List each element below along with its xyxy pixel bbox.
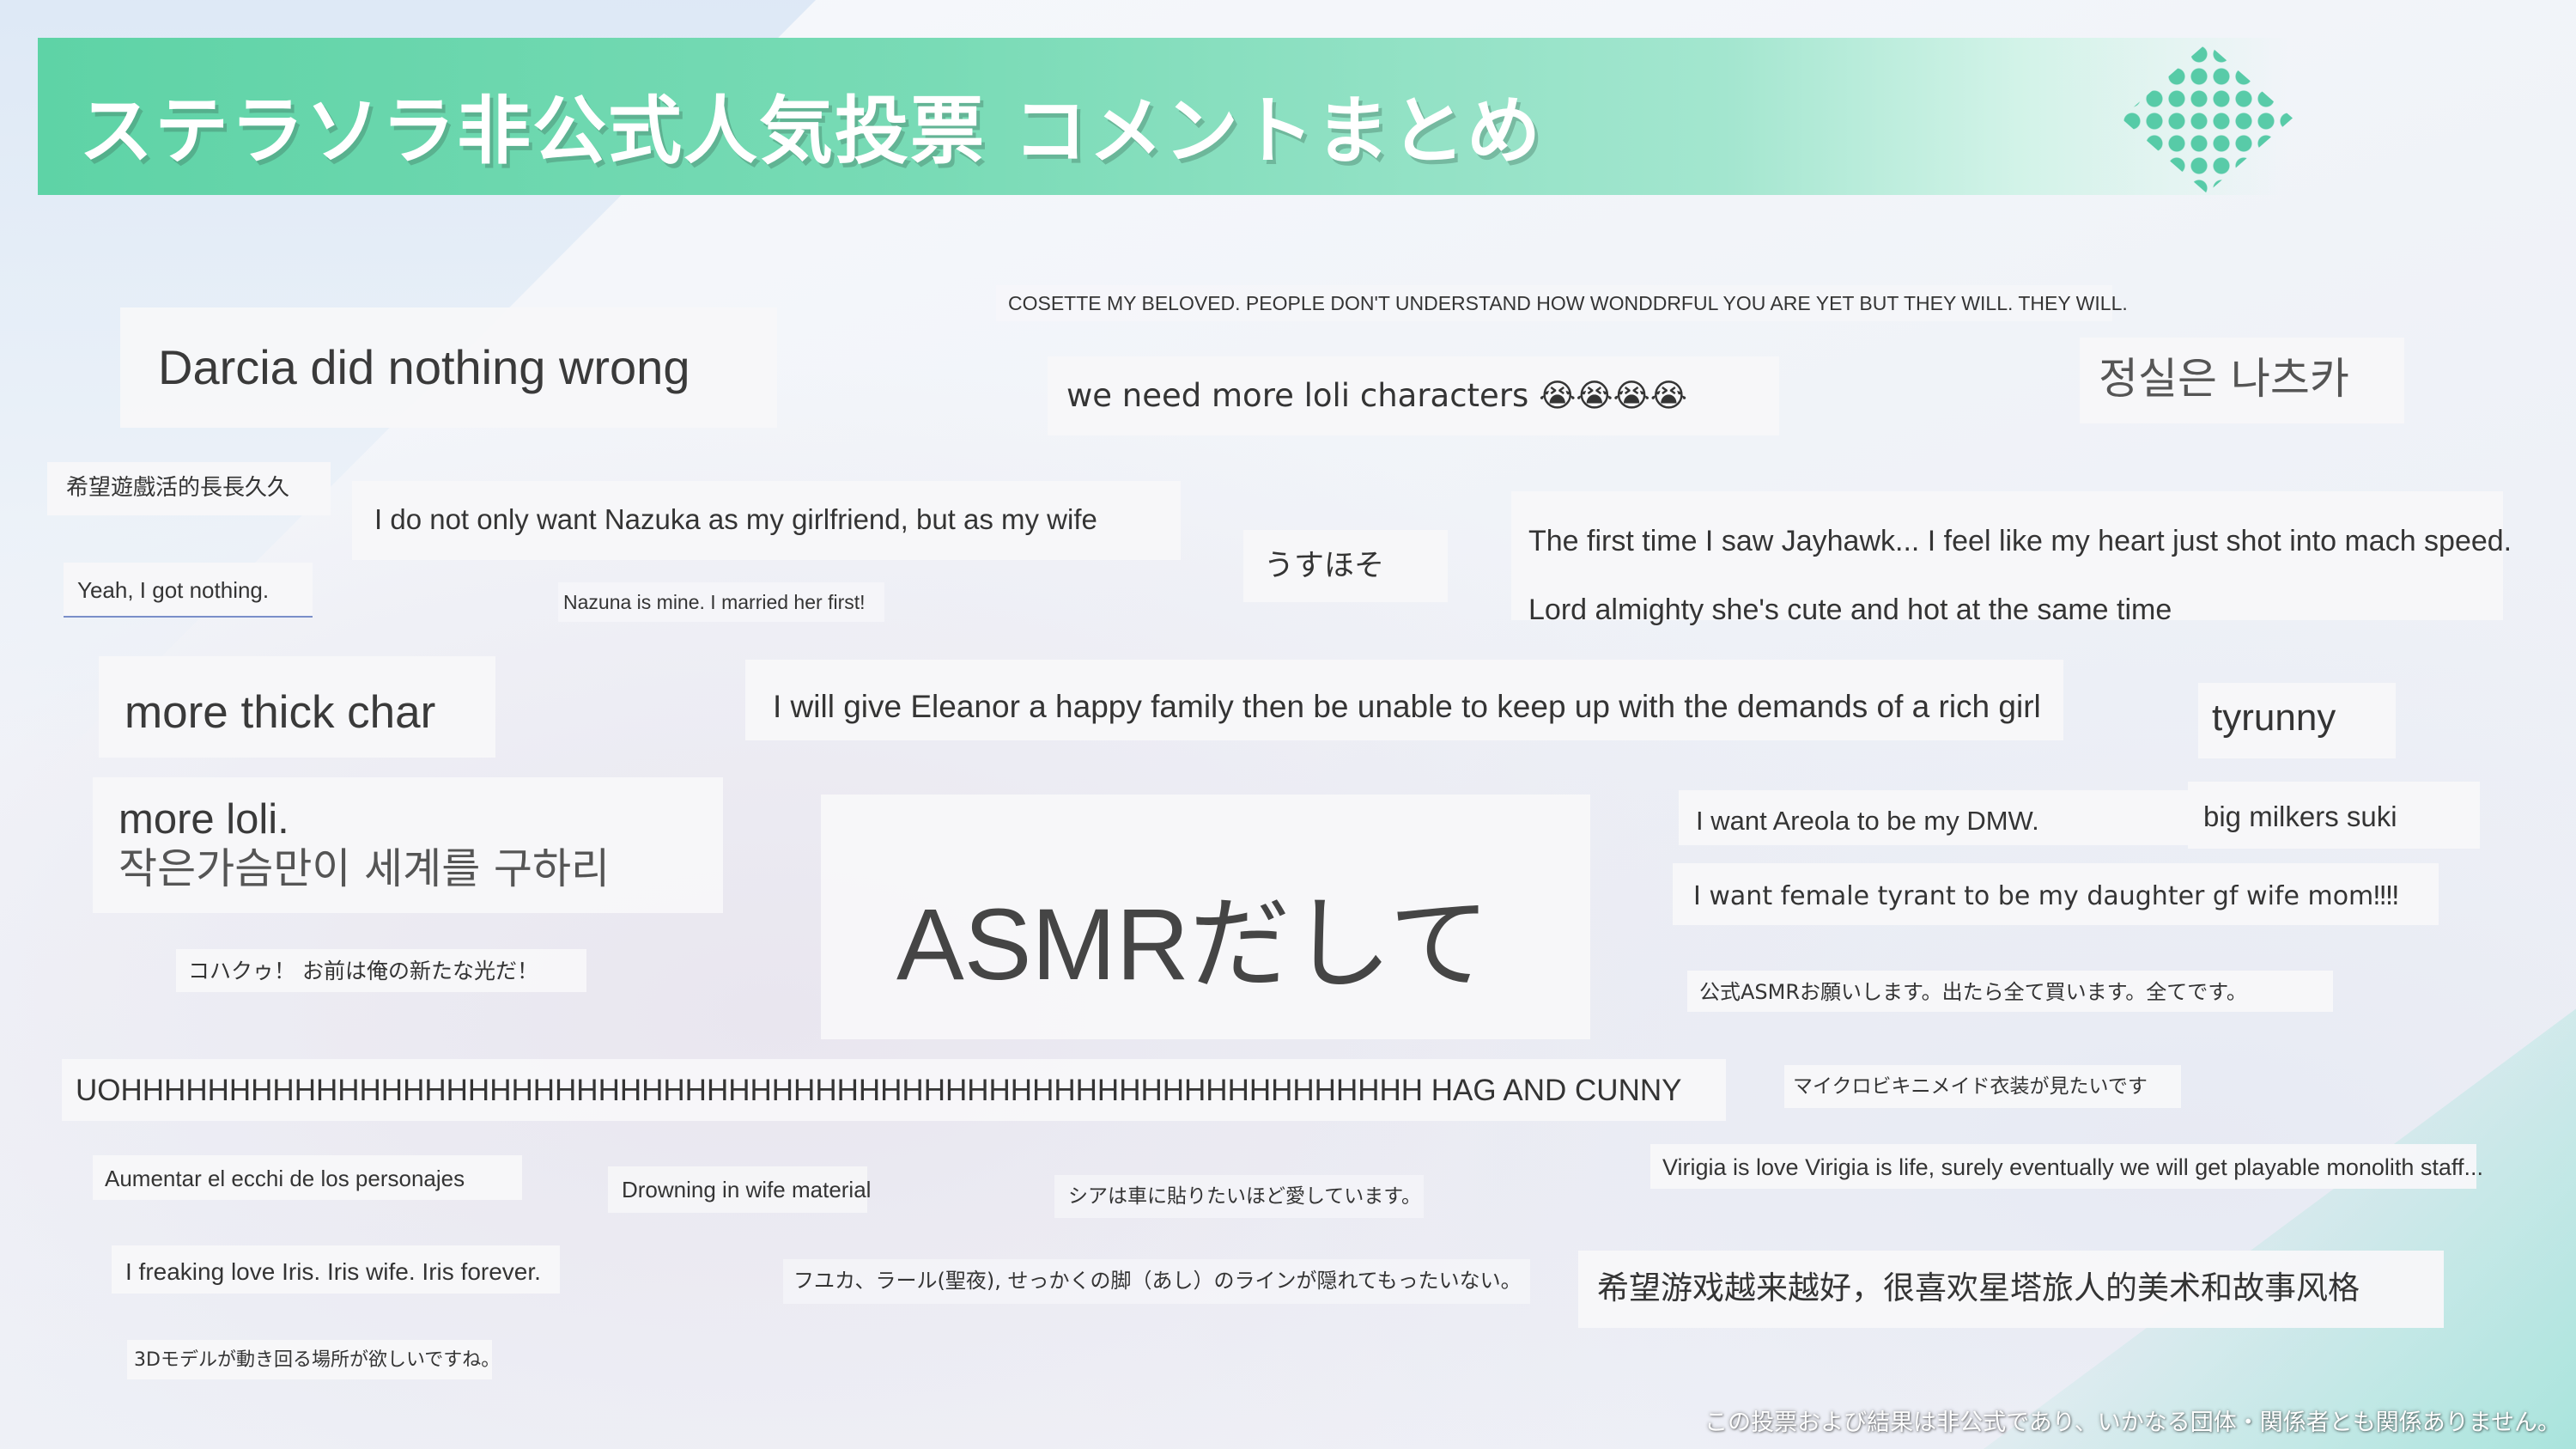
comment-card: The first time I saw Jayhawk... I feel l…: [1511, 491, 2512, 626]
comment-text: Darcia did nothing wrong: [158, 340, 690, 394]
comment-text: I do not only want Nazuka as my girlfrie…: [374, 503, 1097, 535]
comment-card: Virigia is love Virigia is life, surely …: [1650, 1144, 2483, 1189]
comment-card: Nazuna is mine. I married her first!: [558, 582, 884, 622]
comment-card: COSETTE MY BELOVED. PEOPLE DON'T UNDERST…: [996, 285, 2128, 321]
comment-card: UOHHHHHHHHHHHHHHHHHHHHHHHHHHHHHHHHHHHHHH…: [62, 1059, 1726, 1121]
comment-text: 希望遊戲活的長長久久: [66, 475, 290, 501]
comment-text: 작은가슴만이 세계를 구하리: [118, 844, 611, 893]
comment-text: The first time I saw Jayhawk... I feel l…: [1528, 525, 2512, 557]
comment-text: Drowning in wife material: [622, 1177, 872, 1202]
page-title: ステラソラ非公式人気投票 コメントまとめ: [79, 88, 1542, 174]
comment-card: tyrunny: [2198, 683, 2396, 758]
comment-card: I want female tyrant to be my daughter g…: [1673, 863, 2439, 925]
comment-card: うすほそ: [1243, 530, 1448, 602]
comment-text: Nazuna is mine. I married her first!: [563, 591, 866, 613]
comment-card: フユカ、ラール(聖夜), せっかくの脚（あし）のラインが隠れてもったいない。: [783, 1259, 1530, 1304]
comment-text: フユカ、ラール(聖夜), せっかくの脚（あし）のラインが隠れてもったいない。: [793, 1269, 1522, 1293]
comment-text: 정실은 나츠카: [2099, 354, 2349, 404]
comment-text: I want female tyrant to be my daughter g…: [1693, 881, 2399, 911]
comment-card: I want Areola to be my DMW.: [1679, 790, 2194, 845]
comment-card: big milkers suki: [2188, 782, 2480, 849]
comment-text: UOHHHHHHHHHHHHHHHHHHHHHHHHHHHHHHHHHHHHHH…: [76, 1074, 1682, 1107]
comment-card: I do not only want Nazuka as my girlfrie…: [352, 481, 1181, 560]
comment-text: I freaking love Iris. Iris wife. Iris fo…: [125, 1258, 541, 1285]
comment-text: I want Areola to be my DMW.: [1696, 806, 2039, 836]
comment-card: Darcia did nothing wrong: [120, 307, 777, 428]
comment-card: 希望游戏越来越好，很喜欢星塔旅人的美术和故事风格: [1578, 1251, 2444, 1328]
comment-text: 3Dモデルが動き回る場所が欲しいですね。: [134, 1349, 501, 1371]
comment-card: 정실은 나츠카: [2080, 338, 2404, 423]
comment-text: COSETTE MY BELOVED. PEOPLE DON'T UNDERST…: [1008, 292, 2128, 314]
comment-card: 希望遊戲活的長長久久: [47, 462, 331, 515]
comment-text: tyrunny: [2212, 697, 2336, 739]
comment-text: more loli.: [118, 796, 289, 843]
comment-text: ASMRだして: [896, 888, 1491, 1002]
comment-card: 3Dモデルが動き回る場所が欲しいですね。: [127, 1340, 500, 1379]
comment-text: Aumentar el ecchi de los personajes: [105, 1166, 465, 1191]
comment-text: マイクロビキニメイド衣装が見たいです: [1793, 1075, 2148, 1098]
disclaimer-text: この投票および結果は非公式であり、いかなる団体・関係者とも関係ありません。: [1704, 1409, 2561, 1436]
comment-text: Virigia is love Virigia is life, surely …: [1662, 1154, 2483, 1180]
comment-card: ASMRだして: [821, 795, 1590, 1039]
comment-text: Lord almighty she's cute and hot at the …: [1528, 594, 2172, 626]
comment-card: Drowning in wife material: [608, 1166, 871, 1213]
comment-card: マイクロビキニメイド衣装が見たいです: [1784, 1065, 2181, 1108]
comment-card: Aumentar el ecchi de los personajes: [93, 1155, 522, 1200]
comment-card: I will give Eleanor a happy family then …: [745, 660, 2063, 740]
comment-text: we need more loli characters 😭😭😭😭: [1066, 377, 1687, 414]
comment-text: 公式ASMRお願いします。出たら全て買います。全てです。: [1699, 980, 2247, 1004]
comment-text: 希望游戏越来越好，很喜欢星塔旅人的美术和故事风格: [1597, 1269, 2360, 1306]
comment-card: I freaking love Iris. Iris wife. Iris fo…: [112, 1245, 560, 1294]
comment-card: we need more loli characters 😭😭😭😭: [1048, 356, 1779, 435]
comment-text: うすほそ: [1264, 549, 1385, 583]
comment-text: シアは車に貼りたいほど愛しています。: [1068, 1185, 1422, 1208]
comment-text: big milkers suki: [2203, 801, 2397, 832]
comment-card: Yeah, I got nothing.: [64, 563, 313, 618]
comment-text: Yeah, I got nothing.: [77, 577, 270, 603]
comment-card: コハクゥ！ お前は俺の新たな光だ！: [176, 949, 586, 992]
comment-card: more loli. 작은가슴만이 세계를 구하리: [93, 777, 723, 913]
comment-card: シアは車に貼りたいほど愛しています。: [1054, 1175, 1424, 1218]
comment-text: I will give Eleanor a happy family then …: [773, 689, 2041, 724]
comment-card: 公式ASMRお願いします。出たら全て買います。全てです。: [1687, 971, 2333, 1012]
comment-text: コハクゥ！ お前は俺の新たな光だ！: [188, 959, 538, 983]
comment-card: more thick char: [99, 656, 495, 758]
comment-text: more thick char: [125, 687, 436, 738]
